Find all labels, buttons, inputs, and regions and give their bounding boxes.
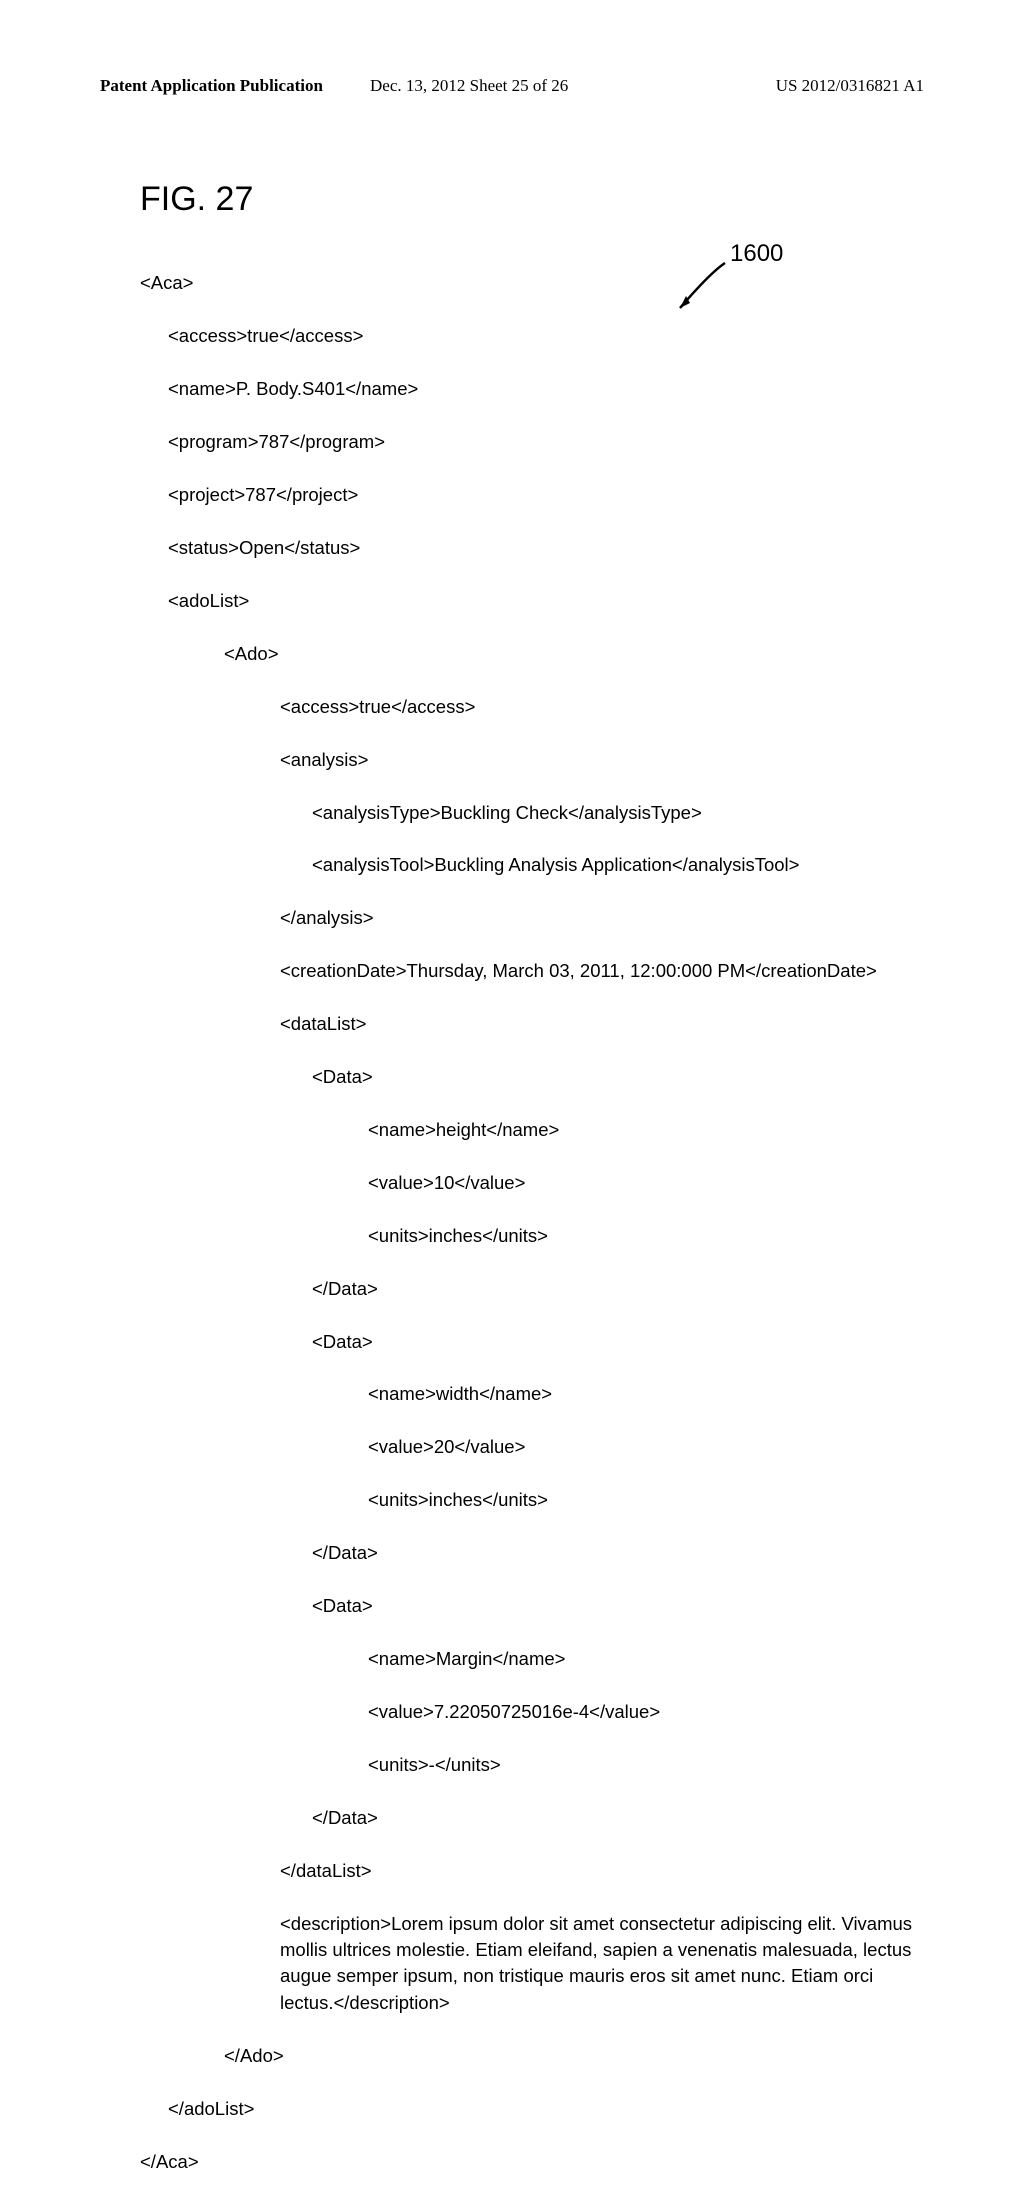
xml-line: <value>7.22050725016e-4</value> [140,1699,900,1725]
xml-line: <Data> [140,1329,900,1355]
xml-line: </analysis> [140,905,900,931]
xml-line: <Data> [140,1593,900,1619]
xml-line: <name>width</name> [140,1381,900,1407]
xml-line: </Ado> [140,2043,900,2069]
header-center: Dec. 13, 2012 Sheet 25 of 26 [370,76,568,96]
xml-description: <description>Lorem ipsum dolor sit amet … [140,1911,920,2017]
xml-line: <units>inches</units> [140,1487,900,1513]
figure-label: FIG. 27 [140,180,253,219]
xml-line: </dataList> [140,1858,900,1884]
xml-listing: <Aca> <access>true</access> <name>P. Bod… [140,244,900,2202]
xml-line: <access>true</access> [140,323,900,349]
xml-line: <analysisType>Buckling Check</analysisTy… [140,800,900,826]
xml-line: <Data> [140,1064,900,1090]
xml-line: <dataList> [140,1011,900,1037]
xml-line: <adoList> [140,588,900,614]
xml-line: <Ado> [140,641,900,667]
xml-line: <units>inches</units> [140,1223,900,1249]
xml-line: </adoList> [140,2096,900,2122]
xml-line: <status>Open</status> [140,535,900,561]
header-left: Patent Application Publication [100,76,323,96]
xml-line: <analysisTool>Buckling Analysis Applicat… [140,852,900,878]
xml-line: </Aca> [140,2149,900,2175]
xml-line: <Aca> [140,270,900,296]
xml-line: <value>10</value> [140,1170,900,1196]
xml-line: <access>true</access> [140,694,900,720]
xml-line: <creationDate>Thursday, March 03, 2011, … [140,958,900,984]
xml-line: </Data> [140,1276,900,1302]
page-header: Patent Application Publication Dec. 13, … [0,76,1024,96]
xml-line: <name>P. Body.S401</name> [140,376,900,402]
xml-line: <name>Margin</name> [140,1646,900,1672]
xml-line: </Data> [140,1540,900,1566]
xml-line: <units>-</units> [140,1752,900,1778]
xml-line: </Data> [140,1805,900,1831]
header-right: US 2012/0316821 A1 [776,76,924,96]
xml-line: <project>787</project> [140,482,900,508]
xml-line: <program>787</program> [140,429,900,455]
xml-line: <analysis> [140,747,900,773]
xml-line: <name>height</name> [140,1117,900,1143]
xml-line: <value>20</value> [140,1434,900,1460]
